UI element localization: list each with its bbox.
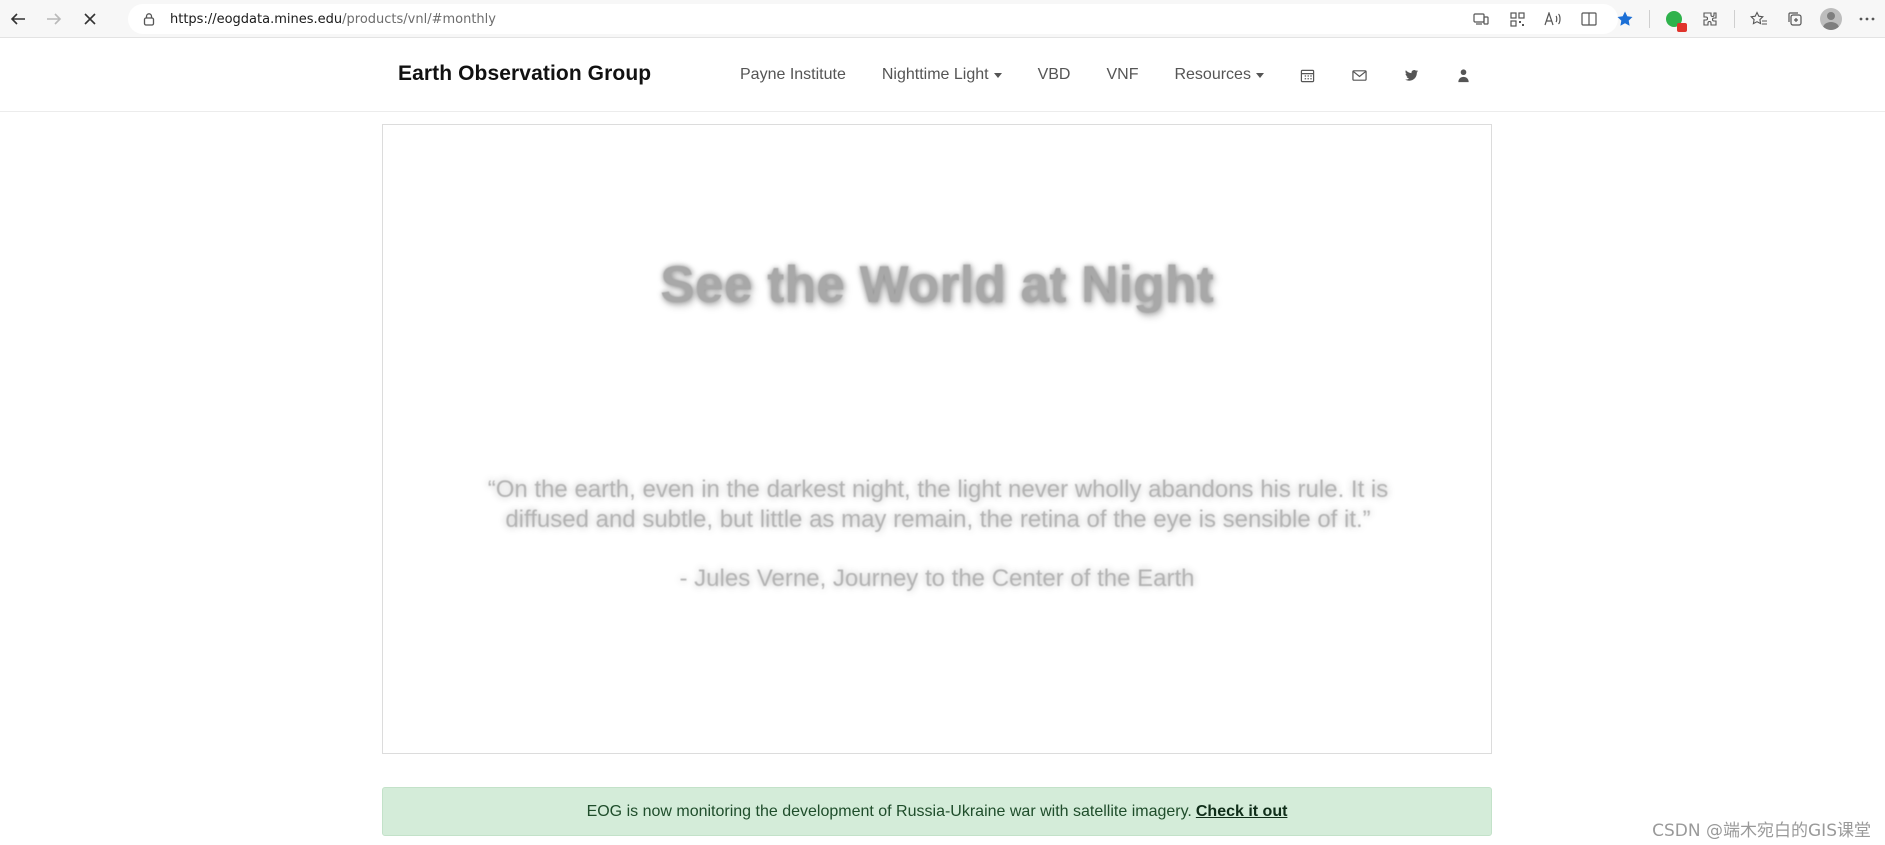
user-icon[interactable]	[1456, 67, 1472, 83]
extensions-puzzle-icon[interactable]	[1692, 3, 1728, 35]
nav-item-label: VNF	[1106, 66, 1139, 83]
watermark: CSDN @端木宛白的GIS课堂	[1652, 821, 1871, 841]
favorite-star-icon[interactable]	[1607, 3, 1643, 35]
forward-icon[interactable]	[36, 3, 72, 35]
nav-item-payne-institute[interactable]: Payne Institute	[740, 66, 846, 84]
address-bar[interactable]: https://eogdata.mines.edu/products/vnl/#…	[128, 4, 1618, 34]
qr-code-icon[interactable]	[1499, 3, 1535, 35]
nav-item-vbd[interactable]: VBD	[1038, 66, 1071, 84]
hero-title: See the World at Night	[660, 256, 1214, 314]
hero-attribution: - Jules Verne, Journey to the Center of …	[679, 565, 1195, 592]
site-brand[interactable]: Earth Observation Group	[398, 62, 651, 86]
nav-item-nighttime-light[interactable]: Nighttime Light	[882, 66, 1002, 84]
site-navbar: Earth Observation Group Payne Institute …	[0, 38, 1885, 112]
envelope-icon[interactable]	[1352, 67, 1368, 83]
profile-avatar-icon[interactable]	[1813, 3, 1849, 35]
hero-quote: “On the earth, even in the darkest night…	[487, 476, 1389, 533]
nav-item-label: VBD	[1037, 66, 1071, 83]
collections-icon[interactable]	[1777, 3, 1813, 35]
back-icon[interactable]	[0, 3, 36, 35]
wechat-extension-icon[interactable]	[1656, 3, 1692, 35]
toolbar-divider	[1649, 10, 1650, 28]
dropdown-caret-icon	[993, 72, 1002, 78]
toolbar-divider	[1734, 10, 1735, 28]
check-it-out-link[interactable]: Check it out	[1196, 803, 1288, 821]
lock-icon[interactable]	[142, 12, 156, 26]
app-available-icon[interactable]	[1463, 3, 1499, 35]
browser-toolbar: https://eogdata.mines.edu/products/vnl/#…	[0, 0, 1885, 38]
url-host: https://eogdata.mines.edu	[170, 11, 343, 27]
dropdown-caret-icon	[1255, 72, 1264, 78]
browser-tools	[1463, 0, 1885, 38]
nav-item-label: Nighttime Light	[881, 66, 989, 83]
announcement-alert: EOG is now monitoring the development of…	[382, 787, 1492, 836]
favorites-icon[interactable]	[1741, 3, 1777, 35]
nav-item-label: Resources	[1174, 66, 1251, 83]
calendar-icon[interactable]	[1300, 67, 1316, 83]
split-screen-icon[interactable]	[1571, 3, 1607, 35]
nav-item-resources[interactable]: Resources	[1174, 66, 1264, 84]
alert-text: EOG is now monitoring the development of…	[586, 802, 1192, 820]
nav-item-vnf[interactable]: VNF	[1106, 66, 1138, 84]
twitter-icon[interactable]	[1404, 67, 1420, 83]
stop-loading-icon[interactable]	[72, 3, 108, 35]
more-menu-icon[interactable]	[1849, 3, 1885, 35]
nav-links: Payne Institute Nighttime Light VBD VNF …	[740, 38, 1508, 112]
read-aloud-icon[interactable]	[1535, 3, 1571, 35]
nav-item-label: Payne Institute	[740, 66, 846, 83]
url-path: /products/vnl/#monthly	[342, 11, 496, 27]
hero-banner: See the World at Night “On the earth, ev…	[382, 124, 1492, 754]
